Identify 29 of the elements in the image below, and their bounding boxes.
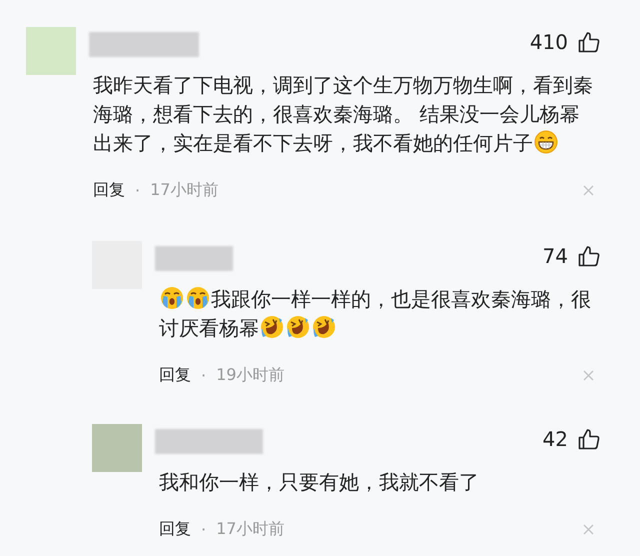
laughing-face-icon [286, 315, 310, 339]
separator-dot: · [201, 366, 206, 384]
like-count: 410 [530, 29, 568, 55]
thumbs-up-icon[interactable] [578, 31, 600, 53]
close-icon[interactable] [583, 524, 594, 534]
laughing-face-icon [260, 315, 284, 339]
grinning-face-icon [534, 130, 558, 154]
timestamp: 17小时前 [150, 180, 218, 200]
timestamp: 19小时前 [216, 364, 284, 386]
crying-face-icon [160, 286, 184, 310]
laughing-face-icon [312, 315, 336, 339]
timestamp: 17小时前 [216, 518, 284, 540]
reply-link[interactable]: 回复 [159, 518, 191, 540]
comment-text: 我跟你一样一样的，也是很喜欢秦海璐，很讨厌看杨幂 [158, 285, 592, 342]
avatar[interactable] [26, 27, 76, 75]
close-icon[interactable] [583, 370, 594, 380]
reply-link[interactable]: 回复 [159, 364, 191, 386]
reply-link[interactable]: 回复 [93, 180, 125, 200]
comment-text: 我昨天看了下电视，调到了这个生万物万物生啊，看到秦海璐，想看下去的，很喜欢秦海璐。 结果没一会儿杨幂出来了，实在是看不下去呀，我不看她的任何片子 [92, 72, 594, 157]
like-count: 42 [542, 426, 568, 452]
like-count: 74 [542, 243, 568, 269]
comment-text: 我和你一样，只要有她，我就不看了 [158, 469, 480, 496]
crying-face-icon [186, 286, 210, 310]
separator-dot: · [135, 180, 140, 200]
thumbs-up-icon[interactable] [578, 245, 600, 267]
close-icon[interactable] [583, 184, 594, 196]
separator-dot: · [201, 520, 206, 538]
thumbs-up-icon[interactable] [578, 428, 600, 450]
avatar[interactable] [92, 424, 142, 472]
